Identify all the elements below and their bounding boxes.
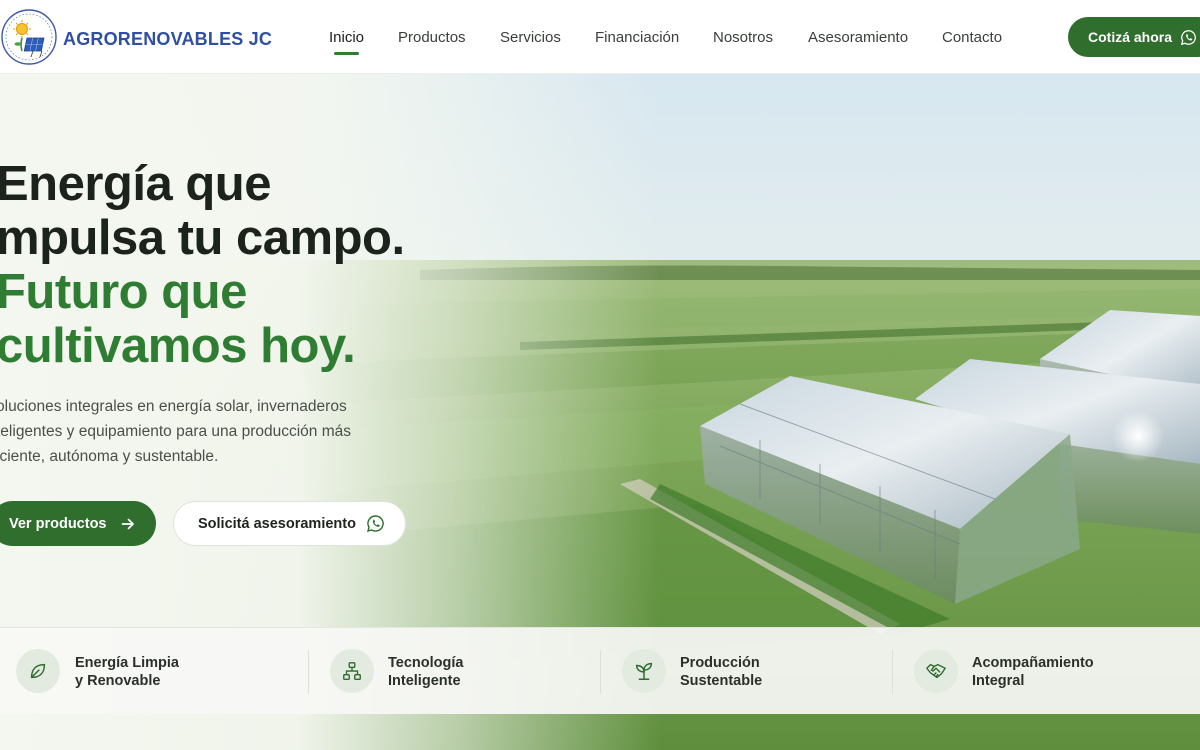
nav-item-servicios[interactable]: Servicios (500, 29, 561, 46)
request-advice-label: Solicitá asesoramiento (198, 515, 356, 532)
feature-support: Acompañamiento Integral (894, 628, 1200, 715)
headline-line-4: cultivamos hoy. (0, 319, 356, 373)
feature-smart-tech-label: Tecnología Inteligente (388, 654, 463, 690)
hero-section: Energía que mpulsa tu campo. Futuro que … (0, 74, 1200, 750)
hero-description-line-2: teligentes y equipamiento para una produ… (0, 423, 352, 440)
leaf-icon (16, 649, 60, 693)
whatsapp-icon (1180, 29, 1196, 45)
features-bar: Energía Limpia y Renovable Tecnología In… (0, 627, 1200, 714)
hero-description-line-3: iciente, autónoma y sustentable. (0, 448, 219, 465)
feature-divider (892, 650, 893, 694)
hero-description-line-1: oluciones integrales en energía solar, i… (0, 398, 347, 415)
hero-description: oluciones integrales en energía solar, i… (0, 394, 396, 469)
feature-divider (600, 650, 601, 694)
feature-smart-tech-line-1: Tecnología (388, 655, 464, 671)
feature-smart-tech-line-2: Inteligente (388, 673, 461, 689)
feature-sustainable-line-1: Producción (680, 655, 760, 671)
nav-item-nosotros[interactable]: Nosotros (713, 29, 773, 46)
main-nav: Inicio Productos Servicios Financiación … (0, 29, 1200, 49)
feature-clean-energy-label: Energía Limpia y Renovable (75, 654, 179, 690)
feature-smart-tech: Tecnología Inteligente (310, 628, 600, 715)
feature-clean-energy: Energía Limpia y Renovable (0, 628, 305, 715)
view-products-label: Ver productos (9, 515, 107, 532)
feature-support-line-1: Acompañamiento (972, 655, 1094, 671)
request-advice-button[interactable]: Solicitá asesoramiento (173, 501, 406, 546)
feature-support-line-2: Integral (972, 673, 1025, 689)
nav-item-financiacion[interactable]: Financiación (595, 29, 679, 46)
headline-line-2: mpulsa tu campo. (0, 211, 405, 265)
feature-sustainable-label: Producción Sustentable (680, 654, 762, 690)
headline-line-1: Energía que (0, 157, 271, 211)
feature-clean-energy-line-2: y Renovable (75, 673, 161, 689)
feature-support-label: Acompañamiento Integral (972, 654, 1094, 690)
view-products-button[interactable]: Ver productos (0, 501, 156, 546)
hero-headline: Energía que mpulsa tu campo. Futuro que … (0, 157, 405, 373)
nav-item-asesoramiento[interactable]: Asesoramiento (808, 29, 908, 46)
handshake-icon (914, 649, 958, 693)
feature-sustainable-line-2: Sustentable (680, 673, 763, 689)
whatsapp-icon (366, 515, 384, 533)
site-header: AGRORENOVABLES JC Inicio Productos Servi… (0, 0, 1200, 74)
nav-item-productos[interactable]: Productos (398, 29, 466, 46)
headline-line-3: Futuro que (0, 265, 247, 319)
feature-clean-energy-line-1: Energía Limpia (75, 655, 179, 671)
nav-item-inicio[interactable]: Inicio (329, 29, 364, 46)
quote-button[interactable]: Cotizá ahora (1068, 17, 1200, 57)
active-nav-indicator (334, 52, 359, 55)
sprout-icon (622, 649, 666, 693)
feature-divider (308, 650, 309, 694)
feature-sustainable: Producción Sustentable (602, 628, 892, 715)
network-icon (330, 649, 374, 693)
nav-item-contacto[interactable]: Contacto (942, 29, 1002, 46)
quote-button-label: Cotizá ahora (1088, 29, 1173, 45)
arrow-right-icon (121, 518, 134, 529)
